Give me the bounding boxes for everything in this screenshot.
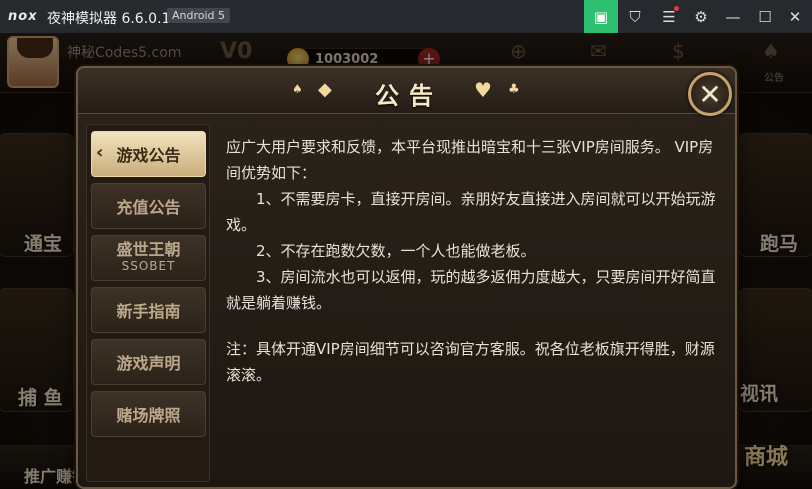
tab-recharge-announcement[interactable]: 充值公告	[91, 183, 206, 229]
maximize-button[interactable]: ☐	[748, 0, 782, 33]
close-icon: ✕	[698, 77, 722, 111]
tab-beginner-guide[interactable]: 新手指南	[91, 287, 206, 333]
content-item: 3、房间流水也可以返佣，玩的越多返佣力度越大，只要房间开好简直就是躺着赚钱。	[226, 268, 716, 312]
modal-header: ♠ ◆ 公告 ♥ ♣	[78, 68, 735, 114]
close-window-button[interactable]: ✕	[778, 0, 812, 33]
minimize-icon: —	[725, 7, 741, 26]
heart-icon: ♥	[474, 78, 492, 102]
diamond-icon: ◆	[318, 79, 332, 100]
nox-logo: nox	[8, 9, 38, 24]
content-item: 2、不存在跑数欠数，一个人也能做老板。	[256, 242, 536, 260]
tab-game-statement[interactable]: 游戏声明	[91, 339, 206, 385]
tab-casino-license[interactable]: 赌场牌照	[91, 391, 206, 437]
content-note: 注：具体开通VIP房间细节可以咨询官方客服。祝各位老板旗开得胜，财源滚滚。	[226, 340, 715, 384]
store-button[interactable]: ▣	[584, 0, 618, 33]
content-item: 1、不需要房卡，直接开房间。亲朋好友直接进入房间就可以开始玩游戏。	[226, 190, 716, 234]
close-icon: ✕	[788, 7, 802, 26]
settings-button[interactable]: ⚙	[684, 0, 718, 33]
content-intro: 应广大用户要求和反馈，本平台现推出暗宝和十三张VIP房间服务。 VIP房间优势如…	[226, 138, 714, 182]
club-icon: ♣	[508, 82, 520, 97]
tab-sublabel: SSOBET	[121, 259, 176, 273]
android-version-badge: Android 5	[167, 8, 231, 23]
tab-label: 游戏声明	[116, 354, 181, 373]
window-title: 夜神模拟器 6.6.0.1	[47, 11, 171, 27]
notification-dot	[674, 6, 679, 11]
skin-button[interactable]: ⛉	[618, 0, 652, 33]
emulator-titlebar: nox 夜神模拟器 6.6.0.1 Android 5 ▣ ⛉ ☰ ⚙ — ☐ …	[0, 0, 812, 33]
minimize-button[interactable]: —	[716, 0, 750, 33]
announcement-modal: ♠ ◆ 公告 ♥ ♣ ✕ 游戏公告 充值公告 盛世王朝 SSOBET 新手指南 …	[76, 66, 737, 489]
announcement-content: 应广大用户要求和反馈，本平台现推出暗宝和十三张VIP房间服务。 VIP房间优势如…	[218, 124, 730, 484]
maximize-icon: ☐	[758, 7, 772, 26]
gear-icon: ⚙	[694, 7, 708, 26]
tab-label: 游戏公告	[116, 146, 181, 165]
tab-label-group: 盛世王朝 SSOBET	[116, 242, 180, 274]
shirt-icon: ⛉	[629, 7, 641, 26]
menu-button[interactable]: ☰	[652, 0, 686, 33]
spade-icon: ♠	[292, 82, 303, 96]
tab-label: 盛世王朝	[116, 240, 181, 259]
store-icon: ▣	[593, 7, 609, 26]
tab-label: 充值公告	[116, 198, 181, 217]
logo-text: nox	[8, 9, 38, 24]
tab-ssobet[interactable]: 盛世王朝 SSOBET	[91, 235, 206, 281]
tab-label: 新手指南	[116, 302, 181, 321]
announcement-tabs: 游戏公告 充值公告 盛世王朝 SSOBET 新手指南 游戏声明 赌场牌照	[86, 124, 210, 482]
tab-game-announcement[interactable]: 游戏公告	[91, 131, 206, 177]
tab-label: 赌场牌照	[116, 406, 181, 425]
modal-title: 公告	[375, 82, 443, 110]
close-button[interactable]: ✕	[688, 72, 732, 116]
